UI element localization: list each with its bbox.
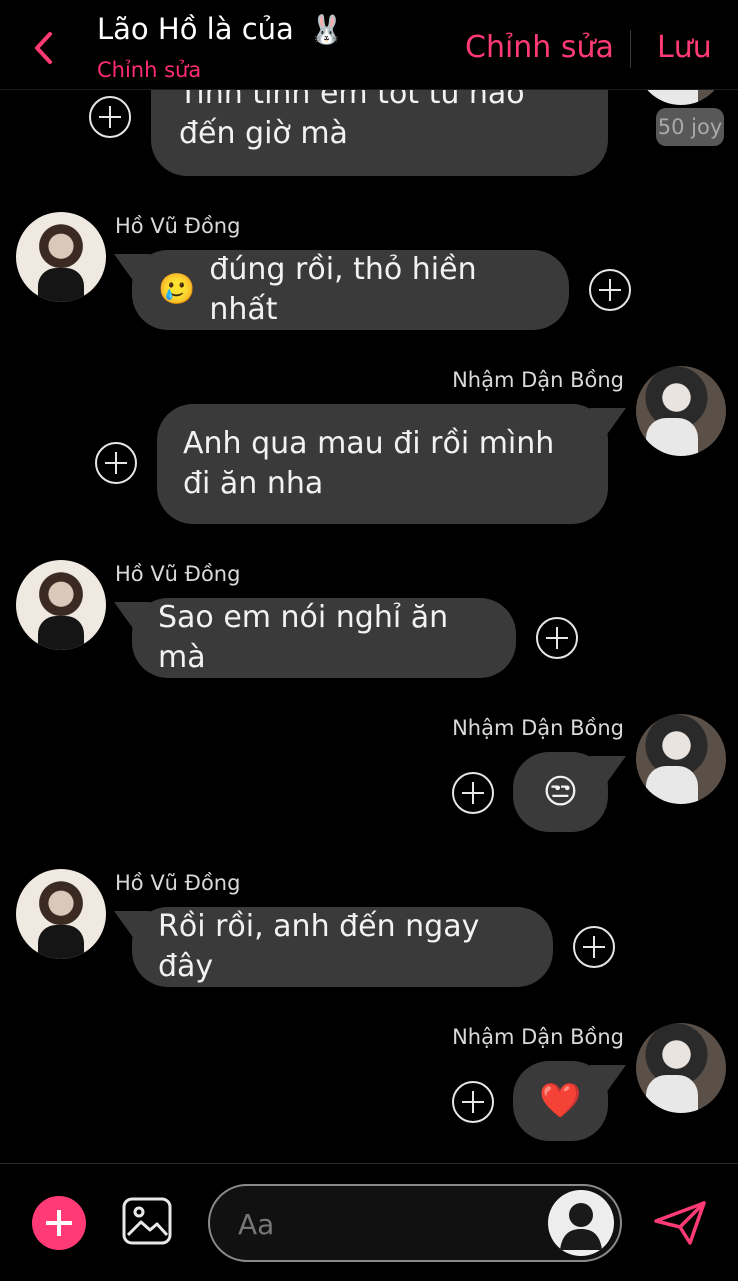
avatar-ho-vu-dong[interactable] <box>16 869 106 959</box>
send-icon <box>654 1201 706 1245</box>
crying-face-emoji: 🥲 <box>158 272 196 307</box>
message-bubble[interactable]: Anh qua mau đi rồi mình đi ăn nha <box>157 404 608 524</box>
sender-name: Nhậm Dận Bồng <box>452 368 624 392</box>
add-button[interactable] <box>32 1196 86 1250</box>
sender-name: Hồ Vũ Đồng <box>115 214 241 238</box>
sender-name: Hồ Vũ Đồng <box>115 562 241 586</box>
persona-button[interactable] <box>548 1190 614 1256</box>
message-bubble[interactable]: Rồi rồi, anh đến ngay đây <box>132 907 553 987</box>
joy-badge: 50 joy <box>656 108 724 146</box>
message-input[interactable] <box>238 1204 538 1244</box>
chat-title-text: Lão Hồ là của <box>97 12 294 46</box>
heart-emoji: ❤️ <box>539 1081 582 1121</box>
message-text: Anh qua mau đi rồi mình đi ăn nha <box>183 426 555 501</box>
chevron-left-icon <box>35 32 52 64</box>
message-bubble[interactable]: 😒 <box>513 752 608 832</box>
avatar-nham-dan-bong[interactable] <box>636 90 726 105</box>
rabbit-emoji: 🐰 <box>309 13 344 46</box>
chat-header: Lão Hồ là của 🐰 Chỉnh sửa Chỉnh sửa Lưu <box>0 0 738 90</box>
sender-name: Nhậm Dận Bồng <box>452 716 624 740</box>
message-bubble[interactable]: Sao em nói nghỉ ăn mà <box>132 598 516 678</box>
react-button[interactable] <box>95 442 137 484</box>
avatar-nham-dan-bong[interactable] <box>636 714 726 804</box>
message-bubble[interactable]: ❤️ <box>513 1061 608 1141</box>
sender-name: Nhậm Dận Bồng <box>452 1025 624 1049</box>
image-icon <box>122 1197 172 1245</box>
save-button[interactable]: Lưu <box>657 30 712 65</box>
message-text: Tinh tinh em tốt từ nào đến giờ mà <box>179 90 525 151</box>
react-button[interactable] <box>536 617 578 659</box>
message-input-wrapper <box>208 1184 622 1262</box>
message-text: Rồi rồi, anh đến ngay đây <box>158 909 480 984</box>
react-button[interactable] <box>89 96 131 138</box>
chat-subtitle[interactable]: Chỉnh sửa <box>97 58 201 82</box>
react-button[interactable] <box>589 269 631 311</box>
header-divider <box>630 30 631 68</box>
composer-bar <box>0 1163 738 1281</box>
message-bubble[interactable]: 🥲 đúng rồi, thỏ hiền nhất <box>132 250 569 330</box>
edit-button[interactable]: Chỉnh sửa <box>465 30 614 65</box>
send-button[interactable] <box>652 1199 708 1247</box>
avatar-nham-dan-bong[interactable] <box>636 366 726 456</box>
message-list[interactable]: Tinh tinh em tốt từ nào đến giờ mà 50 jo… <box>0 90 738 1163</box>
react-button[interactable] <box>573 926 615 968</box>
react-button[interactable] <box>452 1081 494 1123</box>
back-button[interactable] <box>30 30 56 66</box>
react-button[interactable] <box>452 772 494 814</box>
avatar-nham-dan-bong[interactable] <box>636 1023 726 1113</box>
avatar-ho-vu-dong[interactable] <box>16 560 106 650</box>
sender-name: Hồ Vũ Đồng <box>115 871 241 895</box>
image-button[interactable] <box>122 1197 172 1245</box>
message-bubble[interactable]: Tinh tinh em tốt từ nào đến giờ mà <box>151 90 608 176</box>
chat-title: Lão Hồ là của 🐰 <box>97 12 344 46</box>
message-text: đúng rồi, thỏ hiền nhất <box>209 252 477 327</box>
unamused-face-emoji: 😒 <box>542 772 579 812</box>
person-icon <box>550 1192 612 1254</box>
avatar-ho-vu-dong[interactable] <box>16 212 106 302</box>
message-text: Sao em nói nghỉ ăn mà <box>158 600 449 675</box>
